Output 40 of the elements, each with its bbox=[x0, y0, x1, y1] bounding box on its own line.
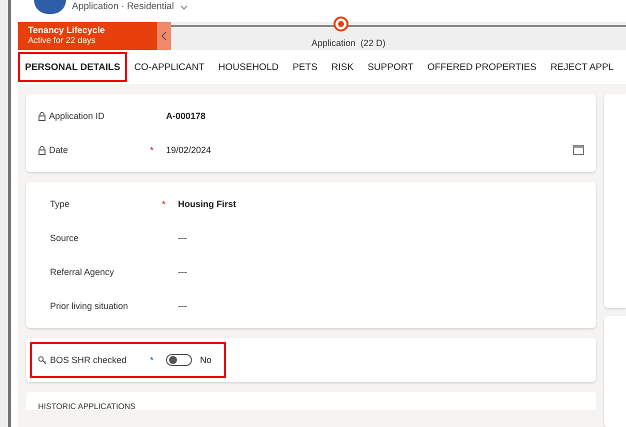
avatar bbox=[34, 0, 66, 14]
chevron-left-icon bbox=[161, 31, 167, 41]
field-label: Prior living situation bbox=[50, 301, 128, 311]
required-marker: * bbox=[150, 355, 154, 365]
field-label: Application ID bbox=[49, 111, 105, 121]
chevron-down-icon[interactable] bbox=[180, 5, 188, 10]
tab[interactable]: PERSONAL DETAILS bbox=[18, 52, 128, 82]
record-subtitle: Application · Residential bbox=[72, 1, 174, 12]
field-value: A-000178 bbox=[166, 111, 207, 121]
field-label: BOS SHR checked bbox=[50, 355, 127, 365]
key-icon bbox=[38, 356, 47, 364]
field-value: --- bbox=[178, 233, 188, 243]
field-value: --- bbox=[178, 267, 188, 277]
lock-icon bbox=[38, 146, 46, 154]
field-label: Date bbox=[49, 145, 68, 155]
tab[interactable]: HOUSEHOLD bbox=[211, 52, 286, 82]
tab[interactable]: CO-APPLICANT bbox=[127, 52, 212, 82]
field-label: Referral Agency bbox=[50, 267, 114, 277]
lifecycle-title: Tenancy Lifecycle bbox=[28, 25, 106, 35]
tab[interactable]: RISK bbox=[324, 52, 361, 82]
field-label: Source bbox=[50, 233, 79, 243]
stage-marker-icon[interactable] bbox=[333, 16, 349, 32]
tab[interactable]: REJECT APPL bbox=[543, 52, 621, 82]
required-marker: * bbox=[150, 145, 154, 155]
tab[interactable]: PETS bbox=[286, 52, 324, 82]
field-value: 19/02/2024 bbox=[166, 145, 212, 155]
field-value: --- bbox=[178, 301, 188, 311]
section-title: HISTORIC APPLICATIONS bbox=[38, 402, 136, 411]
collapse-button[interactable] bbox=[157, 22, 171, 50]
tab[interactable]: OFFERED PROPERTIES bbox=[420, 52, 544, 82]
calendar-icon[interactable] bbox=[573, 145, 584, 155]
stage-label: Application (22 D) bbox=[311, 38, 386, 48]
tab[interactable]: SUPPORT bbox=[360, 52, 420, 82]
lifecycle-subtitle: Active for 22 days bbox=[28, 35, 97, 45]
lock-icon bbox=[38, 112, 46, 120]
field-value: Housing First bbox=[178, 199, 237, 209]
toggle-value: No bbox=[200, 355, 213, 365]
toggle-switch[interactable] bbox=[166, 354, 192, 366]
required-marker: * bbox=[162, 199, 166, 209]
field-label: Type bbox=[50, 199, 70, 209]
